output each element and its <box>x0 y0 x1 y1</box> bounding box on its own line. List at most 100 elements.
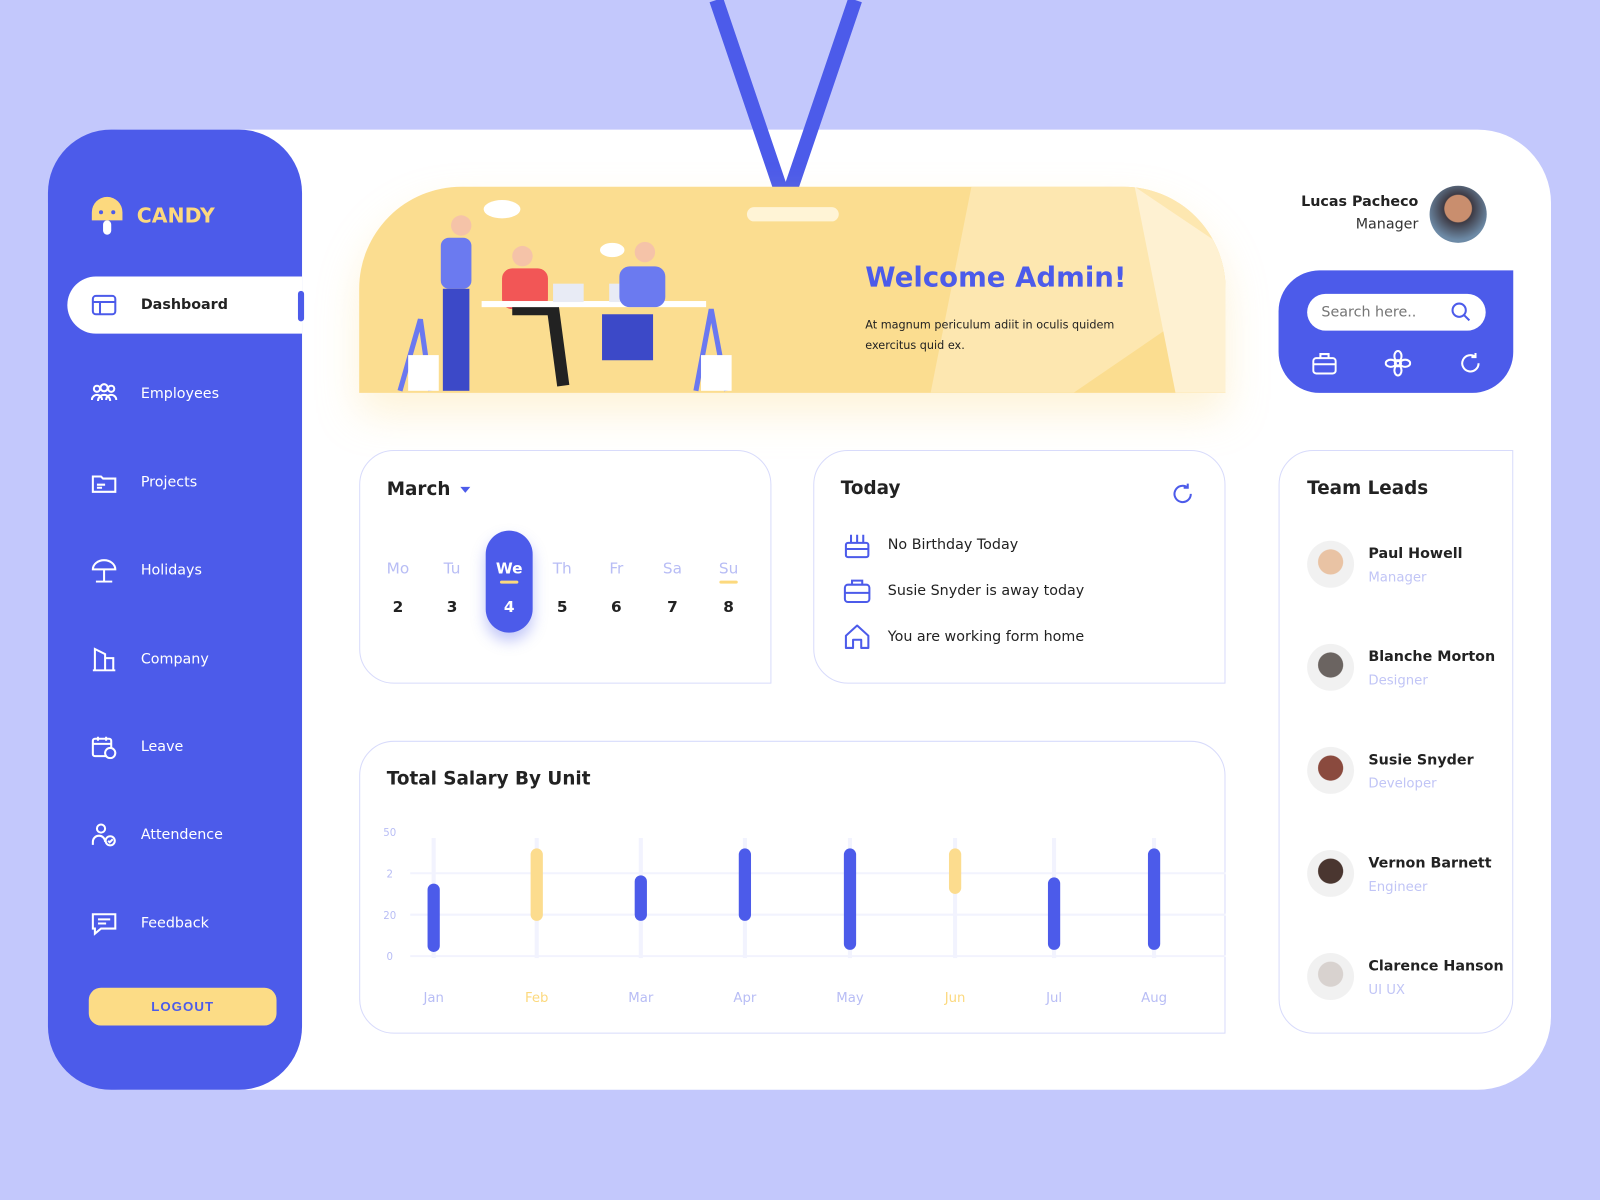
member-role: Developer <box>1368 776 1437 792</box>
sidebar-item-leave[interactable]: Leave <box>67 718 302 775</box>
x-tick-label: Jun <box>944 991 966 1006</box>
sidebar-item-label: Feedback <box>140 915 209 932</box>
day-name: Th <box>552 559 572 578</box>
sidebar-item-label: Projects <box>140 474 198 491</box>
user-info[interactable]: Lucas Pacheco Manager <box>1276 194 1419 233</box>
member-name: Paul Howell <box>1368 545 1463 563</box>
today-item-text: Susie Snyder is away today <box>887 582 1085 599</box>
bar-feb <box>530 848 543 921</box>
bar-aug <box>1147 848 1161 950</box>
briefcase-icon <box>843 579 871 604</box>
day-number: 7 <box>667 597 678 617</box>
day-name: Sa <box>662 559 682 578</box>
calendar-day[interactable]: Tu 3 <box>432 559 473 616</box>
sidebar-item-employees[interactable]: Employees <box>67 365 302 422</box>
team-member[interactable]: Clarence Hanson UI UX <box>1307 953 1504 1000</box>
search-icon[interactable] <box>1451 302 1471 322</box>
day-number: 6 <box>610 597 622 617</box>
active-indicator <box>297 290 305 322</box>
y-tick-label: 0 <box>387 952 393 963</box>
today-title: Today <box>840 477 901 499</box>
user-check-icon <box>91 823 116 847</box>
today-item: No Birthday Today <box>843 531 1018 560</box>
sidebar-item-dashboard[interactable]: Dashboard <box>67 276 303 334</box>
bar-jul <box>1047 877 1061 950</box>
day-name: We <box>495 559 523 578</box>
chart-title: Total Salary By Unit <box>386 768 591 790</box>
member-avatar <box>1307 540 1355 588</box>
day-number: 8 <box>723 597 734 617</box>
x-tick-label: Feb <box>525 991 548 1006</box>
x-tick-label: Jul <box>1045 991 1062 1006</box>
day-number: 2 <box>392 597 404 617</box>
search-input[interactable] <box>1321 304 1444 321</box>
umbrella-icon <box>91 559 117 583</box>
month-label: March <box>386 478 451 500</box>
bar-apr <box>738 848 752 921</box>
day-marker <box>499 580 519 584</box>
team-member[interactable]: Blanche Morton Designer <box>1307 643 1496 691</box>
member-name: Susie Snyder <box>1368 752 1474 769</box>
bar-jun <box>948 848 962 894</box>
calendar-day[interactable]: Su 8 <box>708 559 749 616</box>
month-dropdown[interactable]: March <box>387 479 471 500</box>
x-tick-label: Apr <box>733 991 756 1006</box>
employees-icon <box>90 383 118 402</box>
sidebar-item-label: Leave <box>140 738 184 756</box>
day-name: Tu <box>443 559 461 578</box>
cake-icon <box>844 534 870 559</box>
y-tick-label: 20 <box>383 911 396 922</box>
flower-icon[interactable] <box>1384 349 1412 377</box>
member-role: Manager <box>1368 570 1427 586</box>
calendar-day[interactable]: We 4 <box>489 559 530 616</box>
welcome-banner: Welcome Admin! At magnum periculum adiit… <box>359 186 1226 393</box>
app-name: CANDY <box>136 203 215 228</box>
caret-down-icon <box>460 486 471 493</box>
sidebar-item-company[interactable]: Company <box>67 631 302 688</box>
projects-icon <box>91 475 117 493</box>
logo[interactable]: CANDY <box>90 194 215 237</box>
bar-may <box>843 848 857 950</box>
member-avatar <box>1307 849 1355 897</box>
sidebar-item-feedback[interactable]: Feedback <box>67 895 302 952</box>
calendar-day[interactable]: Th 5 <box>542 559 583 616</box>
calendar-day[interactable]: Sa 7 <box>652 559 693 616</box>
member-role: UI UX <box>1368 982 1405 998</box>
user-avatar[interactable] <box>1429 185 1487 243</box>
bar-jan <box>427 883 440 952</box>
welcome-title: Welcome Admin! <box>865 262 1127 294</box>
x-tick-label: Mar <box>628 991 654 1006</box>
team-leads-title: Team Leads <box>1307 477 1429 499</box>
user-role: Manager <box>1355 216 1419 233</box>
y-tick-label: 2 <box>387 869 393 880</box>
calendar-clock-icon <box>91 736 117 760</box>
team-member[interactable]: Vernon Barnett Engineer <box>1307 849 1492 897</box>
today-item-text: You are working form home <box>887 628 1085 645</box>
sidebar-item-projects[interactable]: Projects <box>67 454 302 511</box>
briefcase-icon[interactable] <box>1312 351 1337 375</box>
sidebar-item-attendence[interactable]: Attendence <box>67 806 302 863</box>
member-avatar <box>1307 746 1355 794</box>
salary-chart: 0 20 2 50 Jan Feb Mar Apr May Jun Jul Aug <box>383 828 1226 1006</box>
chat-icon <box>91 913 117 936</box>
team-member[interactable]: Susie Snyder Developer <box>1307 746 1474 794</box>
member-role: Engineer <box>1368 879 1428 895</box>
sidebar-item-holidays[interactable]: Holidays <box>67 542 302 599</box>
day-name: Su <box>718 559 739 578</box>
day-name: Fr <box>609 559 624 578</box>
refresh-icon[interactable] <box>1458 351 1482 375</box>
refresh-icon[interactable] <box>1170 482 1194 506</box>
member-name: Vernon Barnett <box>1368 855 1492 872</box>
logout-button[interactable]: LOGOUT <box>88 987 277 1026</box>
member-name: Blanche Morton <box>1368 648 1496 666</box>
member-avatar <box>1307 953 1355 1000</box>
day-number: 4 <box>503 597 515 617</box>
calendar-day[interactable]: Fr 6 <box>596 559 637 616</box>
team-leads-card <box>1278 449 1514 1034</box>
day-marker <box>719 580 738 584</box>
search-box[interactable] <box>1307 293 1486 331</box>
day-name: Mo <box>386 559 410 578</box>
member-avatar <box>1307 643 1355 691</box>
team-member[interactable]: Paul Howell Manager <box>1307 540 1463 588</box>
calendar-day[interactable]: Mo 2 <box>378 559 419 616</box>
